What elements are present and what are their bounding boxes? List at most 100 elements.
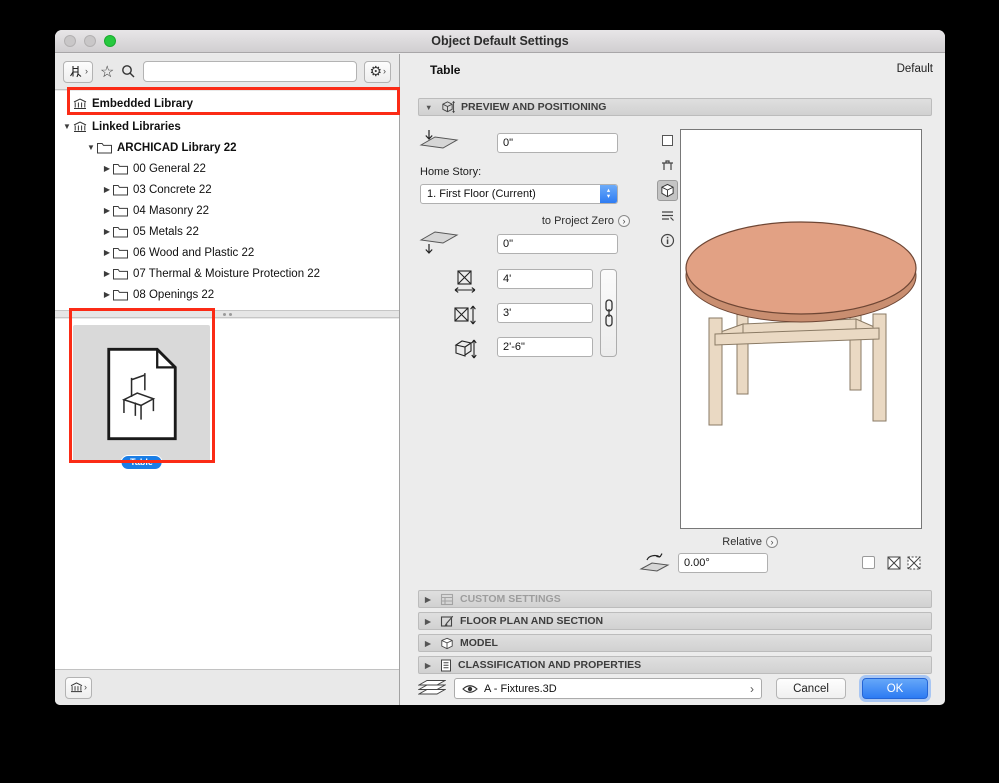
disclosure-triangle-icon[interactable]: ▶ — [101, 185, 113, 194]
elevation-to-zero-input[interactable] — [497, 234, 618, 254]
stepper-icon[interactable]: ▴ ▾ — [600, 185, 617, 203]
ok-button[interactable]: OK — [862, 678, 928, 699]
section-classification[interactable]: ▶ CLASSIFICATION AND PROPERTIES — [418, 656, 932, 674]
layer-dropdown[interactable]: A - Fixtures.3D › — [454, 678, 762, 699]
mirror-x-icon[interactable] — [886, 555, 901, 570]
width-input[interactable] — [497, 269, 593, 289]
preview-positioning-icon — [440, 100, 455, 114]
mirror-y-icon[interactable] — [906, 555, 921, 570]
tree-item-embedded-library[interactable]: Embedded Library — [55, 91, 399, 116]
section-title: CUSTOM SETTINGS — [460, 593, 561, 605]
front-view-icon[interactable] — [657, 155, 678, 176]
library-item-list: Table — [55, 319, 399, 669]
chevron-icon: › — [85, 66, 88, 76]
tree-item-label: Linked Libraries — [92, 120, 181, 133]
home-story-dropdown[interactable]: 1. First Floor (Current) ▴ ▾ — [420, 184, 618, 204]
folder-icon — [113, 205, 128, 217]
library-tree: Embedded Library ▼ Linked Libraries ▼ AR… — [55, 91, 399, 310]
height-dimension-icon — [452, 337, 478, 361]
home-story-label: Home Story: — [420, 166, 482, 178]
preview-view-strip — [655, 130, 679, 251]
tree-item-label: 06 Wood and Plastic 22 — [133, 246, 255, 259]
search-icon[interactable] — [121, 64, 136, 79]
to-project-zero-link[interactable]: to Project Zero › — [470, 215, 630, 227]
rotation-angle-input[interactable] — [678, 553, 768, 573]
minimize-button[interactable] — [84, 35, 96, 47]
section-model[interactable]: ▶ MODEL — [418, 634, 932, 652]
disclosure-triangle-icon: ▶ — [425, 660, 431, 670]
chevron-icon: › — [383, 66, 386, 76]
tree-item-label: 05 Metals 22 — [133, 225, 199, 238]
tree-item-folder[interactable]: ▶ 05 Metals 22 — [55, 221, 399, 242]
height-input[interactable] — [497, 337, 593, 357]
tree-item-archicad-library[interactable]: ▼ ARCHICAD Library 22 — [55, 137, 399, 158]
close-button[interactable] — [64, 35, 76, 47]
search-input[interactable] — [143, 61, 358, 82]
disclosure-triangle-icon[interactable]: ▶ — [101, 227, 113, 236]
library-bottom-bar: › — [55, 669, 399, 705]
disclosure-triangle-icon[interactable]: ▼ — [85, 143, 97, 152]
tree-item-folder[interactable]: ▶ 07 Thermal & Moisture Protection 22 — [55, 263, 399, 284]
layer-icon — [418, 678, 446, 696]
tree-item-label: Embedded Library — [92, 97, 193, 110]
eye-icon — [462, 684, 478, 694]
chair-icon — [68, 64, 84, 80]
disclosure-triangle-icon[interactable]: ▼ — [61, 122, 73, 131]
info-icon[interactable] — [657, 230, 678, 251]
disclosure-triangle-icon[interactable]: ▶ — [101, 290, 113, 299]
depth-dimension-icon — [452, 303, 478, 327]
tree-item-label: 08 Openings 22 — [133, 288, 215, 301]
relative-link[interactable]: Relative › — [698, 536, 778, 548]
section-floor-plan[interactable]: ▶ FLOOR PLAN AND SECTION — [418, 612, 932, 630]
favorites-star-icon[interactable]: ☆ — [100, 62, 114, 82]
tree-item-folder[interactable]: ▶ 08 Openings 22 — [55, 284, 399, 305]
to-project-zero-label: to Project Zero — [541, 215, 614, 227]
custom-settings-icon — [440, 593, 454, 606]
chain-link-button[interactable] — [600, 269, 617, 357]
section-title: MODEL — [460, 637, 498, 649]
cancel-button[interactable]: Cancel — [776, 678, 846, 699]
disclosure-triangle-icon[interactable]: ▶ — [101, 248, 113, 257]
object-3d-preview[interactable] — [680, 129, 922, 529]
gear-icon: ⚙ — [369, 63, 382, 79]
settings-menu-button[interactable]: ⚙ › — [364, 60, 391, 83]
library-browser-panel: › ☆ ⚙ › Embedded Library ▼ Linked Librar… — [55, 54, 400, 705]
mirror-checkbox[interactable] — [862, 556, 875, 569]
tree-item-folder[interactable]: ▶ 03 Concrete 22 — [55, 179, 399, 200]
library-item-table[interactable]: Table — [73, 325, 210, 470]
section-title: FLOOR PLAN AND SECTION — [460, 615, 604, 627]
chevron-icon: › — [750, 681, 754, 696]
chevron-icon: › — [84, 682, 87, 692]
folder-icon — [113, 247, 128, 259]
section-view-icon[interactable] — [657, 205, 678, 226]
library-toolbar: › ☆ ⚙ › — [55, 54, 399, 90]
screen: Object Default Settings › ☆ ⚙ › Embedded… — [0, 0, 999, 783]
3d-view-icon[interactable] — [656, 180, 678, 201]
chevron-icon: › — [766, 536, 778, 548]
relative-label: Relative — [722, 536, 762, 548]
tree-item-folder[interactable]: ▶ 06 Wood and Plastic 22 — [55, 242, 399, 263]
tree-item-label: 04 Masonry 22 — [133, 204, 210, 217]
depth-input[interactable] — [497, 303, 593, 323]
section-preview-positioning[interactable]: ▼ PREVIEW AND POSITIONING — [418, 98, 932, 116]
tree-item-linked-libraries[interactable]: ▼ Linked Libraries — [55, 116, 399, 137]
disclosure-triangle-icon[interactable]: ▶ — [101, 269, 113, 278]
tree-item-folder[interactable]: ▶ 00 General 22 — [55, 158, 399, 179]
disclosure-triangle-icon[interactable]: ▶ — [101, 206, 113, 215]
disclosure-triangle-icon: ▼ — [425, 102, 433, 112]
home-story-value: 1. First Floor (Current) — [427, 188, 536, 200]
library-manager-button[interactable]: › — [65, 676, 92, 699]
library-building-icon — [73, 97, 87, 110]
section-custom-settings[interactable]: ▶ CUSTOM SETTINGS — [418, 590, 932, 608]
elevation-to-story-input[interactable] — [497, 133, 618, 153]
object-file-chair-icon — [104, 346, 180, 442]
title-bar[interactable]: Object Default Settings — [55, 30, 945, 53]
default-status: Default — [896, 63, 933, 75]
panel-splitter[interactable] — [55, 310, 399, 318]
disclosure-triangle-icon: ▶ — [425, 616, 431, 626]
plan-view-icon[interactable] — [657, 130, 678, 151]
object-type-button[interactable]: › — [63, 60, 93, 83]
zoom-button[interactable] — [104, 35, 116, 47]
disclosure-triangle-icon[interactable]: ▶ — [101, 164, 113, 173]
tree-item-folder[interactable]: ▶ 04 Masonry 22 — [55, 200, 399, 221]
